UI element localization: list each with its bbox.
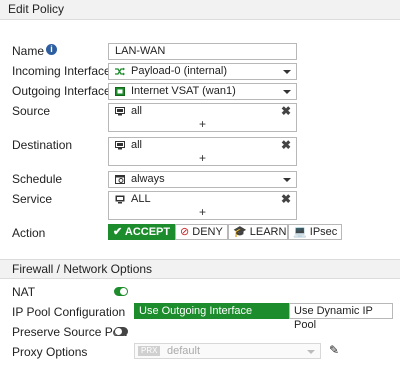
preserve-source-port-toggle[interactable] <box>114 327 128 336</box>
ip-pool-label: IP Pool Configuration <box>12 305 126 319</box>
action-deny-button[interactable]: ⊘ DENY <box>175 224 228 240</box>
action-label: Action <box>12 226 46 240</box>
action-learn-button[interactable]: 🎓 LEARN <box>228 224 288 240</box>
destination-label: Destination <box>12 138 73 152</box>
name-label: Name <box>12 44 45 58</box>
check-icon: ✔ <box>113 226 123 238</box>
nat-label: NAT <box>12 285 36 299</box>
outgoing-interface-label: Outgoing Interface <box>12 84 111 98</box>
chevron-down-icon <box>307 350 315 354</box>
schedule-label: Schedule <box>12 172 63 186</box>
dialog-header: Edit Policy <box>0 0 400 20</box>
chevron-down-icon <box>283 178 291 182</box>
use-outgoing-interface-address-button[interactable]: Use Outgoing Interface Address <box>134 303 289 331</box>
destination-field[interactable]: all ✖ + <box>108 137 297 166</box>
firewall-network-options-header: Firewall / Network Options <box>0 259 400 279</box>
port-icon <box>115 87 125 96</box>
proxy-options-label: Proxy Options <box>12 345 88 359</box>
action-ipsec-button[interactable]: 💻 IPsec <box>288 224 342 240</box>
address-icon <box>115 141 125 150</box>
service-field[interactable]: ALL ✖ + <box>108 191 297 220</box>
remove-icon[interactable]: ✖ <box>281 138 291 152</box>
address-icon <box>115 107 125 116</box>
use-dynamic-ip-pool-button[interactable]: Use Dynamic IP Pool <box>289 303 393 331</box>
remove-icon[interactable]: ✖ <box>281 104 291 118</box>
source-label: Source <box>12 104 51 118</box>
chevron-down-icon <box>283 90 291 94</box>
add-icon[interactable]: + <box>199 205 206 219</box>
proxy-tag: PRX <box>138 346 161 356</box>
pencil-icon[interactable]: ✎ <box>329 343 339 357</box>
schedule-select[interactable]: always <box>108 171 297 188</box>
ban-icon: ⊘ <box>180 226 190 238</box>
info-icon[interactable]: i <box>46 44 57 55</box>
shuffle-icon <box>115 67 125 76</box>
dialog-title: Edit Policy <box>8 2 65 16</box>
name-field[interactable]: LAN-WAN <box>108 43 297 60</box>
outgoing-interface-select[interactable]: Internet VSAT (wan1) <box>108 83 297 100</box>
laptop-icon: 💻 <box>293 226 307 238</box>
action-accept-button[interactable]: ✔ ACCEPT <box>108 224 175 240</box>
proxy-options-select[interactable]: PRX default <box>134 343 321 359</box>
preserve-source-port-label: Preserve Source Port <box>12 325 127 339</box>
add-icon[interactable]: + <box>199 117 206 131</box>
graduation-cap-icon: 🎓 <box>233 226 247 238</box>
chevron-down-icon <box>283 70 291 74</box>
nat-toggle[interactable] <box>114 287 128 296</box>
incoming-interface-select[interactable]: Payload-0 (internal) <box>108 63 297 80</box>
service-label: Service <box>12 192 53 206</box>
service-icon <box>115 195 125 204</box>
calendar-clock-icon <box>115 175 125 184</box>
add-icon[interactable]: + <box>199 151 206 165</box>
remove-icon[interactable]: ✖ <box>281 192 291 206</box>
source-field[interactable]: all ✖ + <box>108 103 297 132</box>
incoming-interface-label: Incoming Interface <box>12 64 111 78</box>
